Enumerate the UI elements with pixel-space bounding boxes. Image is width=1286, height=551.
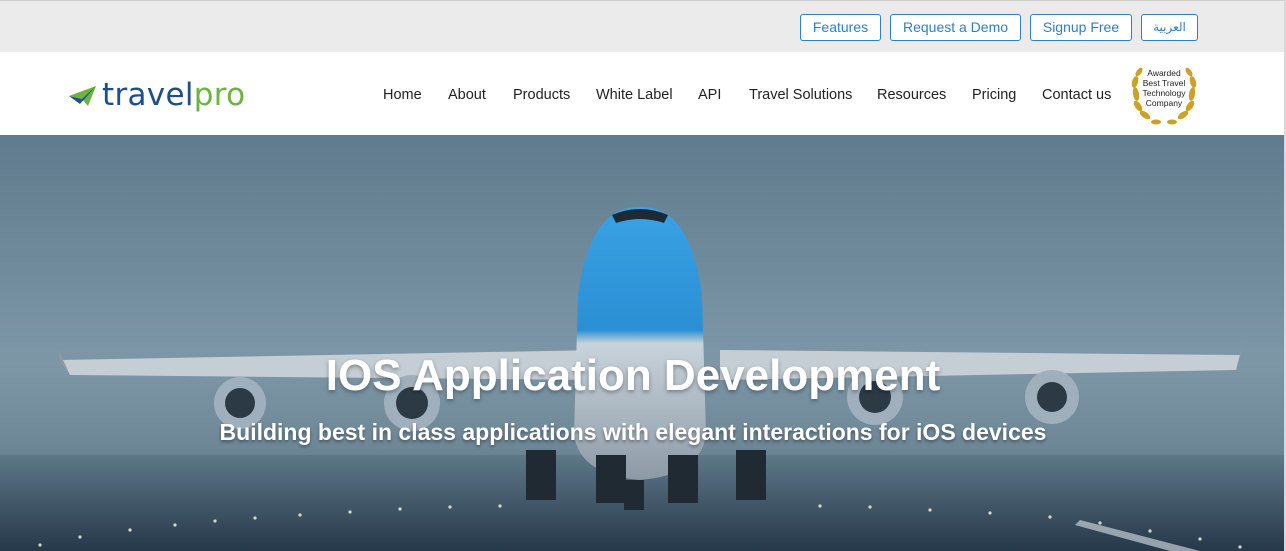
paper-plane-icon <box>69 86 96 106</box>
award-line-1: Awarded <box>1147 68 1181 78</box>
signup-free-button[interactable]: Signup Free <box>1030 14 1132 41</box>
nav-products[interactable]: Products <box>513 87 570 103</box>
hero-banner: IOS Application Development Building bes… <box>0 135 1286 551</box>
top-utility-bar: Features Request a Demo Signup Free العر… <box>0 0 1286 52</box>
award-line-2: Best Travel <box>1142 78 1186 88</box>
logo-wordmark: travelpro <box>102 77 245 113</box>
logo-text-pro: pro <box>193 77 246 113</box>
logo-text-travel: travel <box>102 77 194 113</box>
features-button[interactable]: Features <box>800 14 881 41</box>
nav-travel-solutions[interactable]: Travel Solutions <box>749 87 852 103</box>
hero-title: IOS Application Development <box>325 351 941 400</box>
nav-home[interactable]: Home <box>383 87 422 103</box>
request-demo-button[interactable]: Request a Demo <box>890 14 1021 41</box>
airplane-hero-image <box>0 206 1286 551</box>
nav-pricing[interactable]: Pricing <box>972 87 1016 103</box>
award-line-3: Technology <box>1142 88 1186 98</box>
nav-api[interactable]: API <box>698 87 721 103</box>
nav-contact-us[interactable]: Contact us <box>1042 87 1111 103</box>
travelopro-logo[interactable]: travelpro <box>68 77 308 117</box>
nav-resources[interactable]: Resources <box>877 87 946 103</box>
award-text: Awarded Best Travel Technology Company <box>1138 68 1190 108</box>
award-badge: Awarded Best Travel Technology Company <box>1124 60 1204 128</box>
nav-about[interactable]: About <box>448 87 486 103</box>
arabic-language-button[interactable]: العربية <box>1141 14 1198 41</box>
main-header: travelpro Home About Products White Labe… <box>0 52 1286 135</box>
nav-white-label[interactable]: White Label <box>596 87 673 103</box>
award-line-4: Company <box>1145 98 1183 108</box>
hero-subtitle: Building best in class applications with… <box>219 419 1047 445</box>
